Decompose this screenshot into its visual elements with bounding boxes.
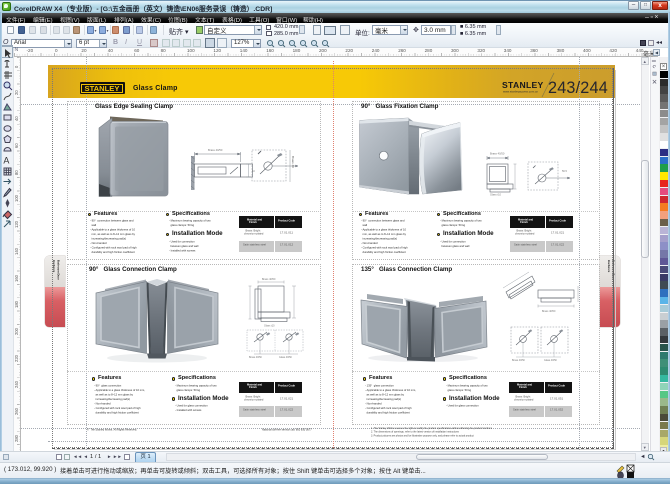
svg-text:Glass t10: Glass t10 — [264, 325, 275, 328]
svg-text:Brass 40/50: Brass 40/50 — [490, 152, 505, 156]
svg-text:Brass 40: Brass 40 — [291, 156, 295, 168]
svg-text:Glass t10: Glass t10 — [490, 193, 502, 197]
svg-text:Glass 40/50: Glass 40/50 — [544, 359, 557, 362]
svg-text:56.5: 56.5 — [562, 170, 567, 173]
svg-text:Brass 40/50: Brass 40/50 — [208, 148, 223, 152]
svg-text:Glass 40/50: Glass 40/50 — [279, 356, 292, 359]
svg-text:Brass 40/50: Brass 40/50 — [512, 359, 525, 362]
svg-text:Brass 40/50: Brass 40/50 — [262, 278, 276, 281]
svg-text:Brass 40/50: Brass 40/50 — [249, 356, 262, 359]
svg-text:Brass 40/50: Brass 40/50 — [542, 310, 556, 313]
svg-text:A: A — [3, 156, 9, 166]
